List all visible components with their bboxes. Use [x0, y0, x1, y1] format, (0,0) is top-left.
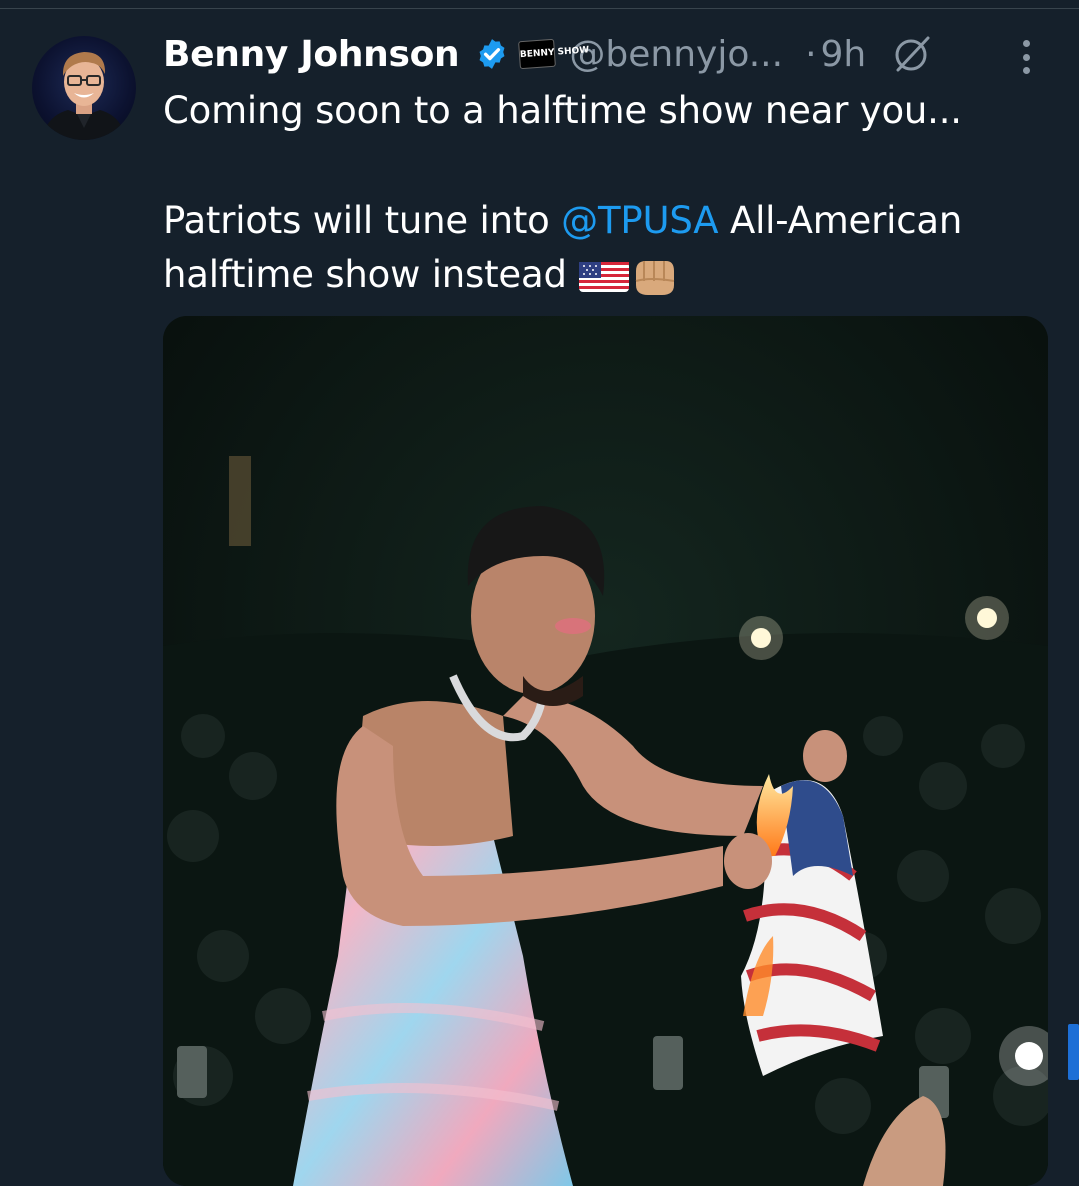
fist-bump-emoji: [636, 260, 675, 295]
tweet-text-line3: halftime show instead: [163, 248, 1053, 302]
tweet-text: Coming soon to a halftime show near you.…: [163, 84, 1053, 302]
affiliate-badge[interactable]: BENNY SHOW: [518, 38, 590, 70]
tweet-text-segment: Patriots will tune into: [163, 199, 562, 242]
grok-icon[interactable]: [890, 32, 934, 76]
avatar[interactable]: [32, 36, 136, 140]
us-flag-emoji: [579, 261, 630, 292]
author-handle[interactable]: @bennyjo...: [569, 34, 783, 75]
separator-dot: ·: [805, 33, 817, 75]
tweet-media-image[interactable]: [163, 316, 1048, 1186]
tweet-text-line2: Patriots will tune into @TPUSA All-Ameri…: [163, 194, 1053, 248]
concert-photo: [163, 316, 1048, 1186]
mention-link[interactable]: @TPUSA: [561, 199, 718, 242]
top-divider: [0, 8, 1079, 9]
affiliate-badge-text: BENNY SHOW: [520, 44, 590, 60]
timestamp[interactable]: 9h: [821, 34, 867, 75]
verified-badge-icon[interactable]: [475, 37, 509, 71]
more-options-icon[interactable]: [1012, 36, 1040, 78]
scrollbar-thumb[interactable]: [1068, 1024, 1079, 1080]
author-name[interactable]: Benny Johnson: [163, 34, 460, 75]
tweet-text-segment: halftime show instead: [163, 253, 567, 296]
tweet-text-line1: Coming soon to a halftime show near you.…: [163, 89, 962, 132]
tweet-text-segment: All-American: [718, 199, 963, 242]
tweet-header: Benny Johnson BENNY SHOW @bennyjo... · 9…: [163, 28, 934, 80]
avatar-image: [42, 52, 126, 140]
